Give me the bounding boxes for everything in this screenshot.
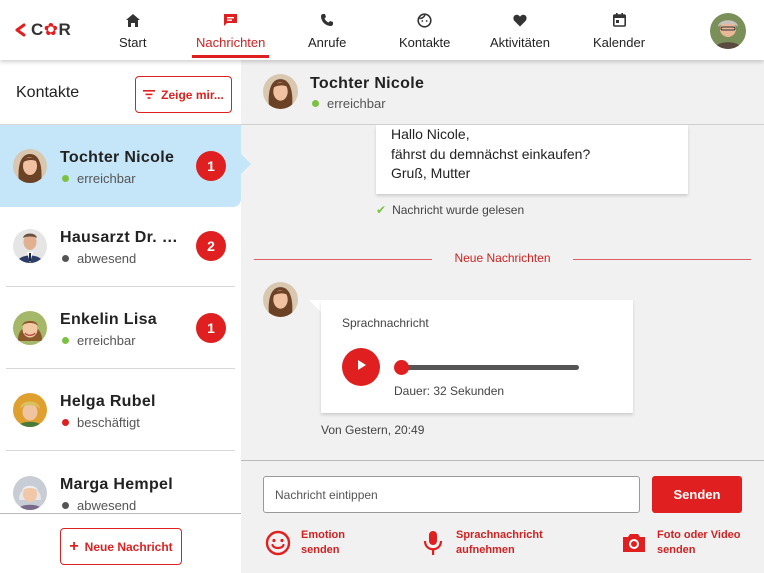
logo: C ✿ R [14, 20, 71, 40]
read-receipt: ✔ Nachricht wurde gelesen [376, 203, 525, 217]
nav-aktivitaeten[interactable]: Aktivitäten [490, 12, 550, 58]
action-label: Foto oder Video senden [657, 529, 741, 556]
contact-status: erreichbar [60, 333, 136, 348]
photo-video-button[interactable]: Foto oder Video senden [619, 528, 741, 558]
unread-badge: 1 [196, 313, 226, 343]
nav-kontakte[interactable]: Kontakte [399, 12, 450, 58]
new-message-button[interactable]: + Neue Nachricht [60, 528, 182, 565]
smiley-icon [263, 528, 293, 558]
nav-anrufe[interactable]: Anrufe [308, 12, 346, 58]
compose-area: Senden Emotionsenden Sprachnachrichtaufn… [241, 460, 764, 573]
app: C ✿ R Start Nachrichten Anrufe Kontakte … [0, 0, 764, 573]
send-emotion-button[interactable]: Emotion senden [263, 528, 345, 558]
avatar [263, 282, 298, 317]
filter-label: Zeige mir... [161, 87, 224, 102]
nav-nachrichten[interactable]: Nachrichten [192, 12, 270, 58]
user-avatar[interactable] [710, 13, 746, 49]
message-line: Gruß, Mutter [391, 165, 471, 181]
nav-label: Anrufe [308, 35, 347, 50]
contact-name: Enkelin Lisa [60, 311, 157, 328]
unread-badge: 2 [196, 231, 226, 261]
status-dot [62, 337, 69, 344]
message-timestamp: Von Gestern, 20:49 [321, 423, 425, 437]
action-label: Sprachnachricht aufnehmen [456, 529, 543, 556]
heart-icon [512, 12, 528, 28]
filter-icon [143, 88, 156, 102]
nav-start[interactable]: Start [119, 12, 146, 58]
contact-name: Tochter Nicole [60, 149, 175, 166]
top-navigation: C ✿ R Start Nachrichten Anrufe Kontakte … [0, 0, 764, 60]
status-dot [62, 502, 69, 509]
sidebar-header: Kontakte Zeige mir... [0, 60, 241, 125]
message-line: fährst du demnächst einkaufen? [391, 145, 591, 162]
outgoing-message: Hallo Nicole, fährst du demnächst einkau… [376, 125, 688, 194]
new-message-label: Neue Nachricht [84, 539, 173, 554]
message-line: Hallo Nicole, [391, 126, 470, 142]
nav-kalender[interactable]: Kalender [593, 12, 645, 58]
avatar [263, 74, 298, 109]
nav-label: Kalender [593, 35, 646, 50]
unread-badge: 1 [196, 151, 226, 181]
face-icon [417, 12, 433, 28]
contact-name: Hausarzt Dr. St... [60, 229, 188, 246]
nav-label: Start [119, 35, 147, 50]
chat-header: Tochter Nicole erreichbar [241, 60, 764, 125]
contacts-sidebar: Kontakte Zeige mir... Tochter Nicole err… [0, 60, 241, 573]
avatar [13, 311, 47, 345]
nav-label: Nachrichten [196, 35, 266, 50]
divider [6, 450, 235, 451]
home-icon [125, 12, 141, 28]
contact-item-tochter-nicole[interactable]: Tochter Nicole erreichbar 1 [0, 125, 241, 207]
audio-duration: Dauer: 32 Sekunden [394, 384, 505, 398]
camera-icon [619, 528, 649, 558]
chat-contact-name: Tochter Nicole [310, 75, 425, 92]
bubble-tail [309, 300, 321, 312]
send-button[interactable]: Senden [652, 476, 742, 513]
new-messages-divider: Neue Nachrichten [254, 250, 751, 268]
chat-panel: Tochter Nicole erreichbar Hallo Nicole, … [241, 60, 764, 573]
phone-icon [319, 12, 335, 28]
divider-label: Neue Nachrichten [454, 251, 551, 265]
contact-item-helga-rubel[interactable]: Helga Rubel beschäftigt [0, 369, 241, 451]
record-voice-button[interactable]: Sprachnachricht aufnehmen [418, 528, 543, 558]
contact-name: Helga Rubel [60, 393, 156, 410]
avatar [13, 149, 47, 183]
nav-label: Aktivitäten [490, 35, 550, 50]
nav-label: Kontakte [399, 35, 451, 50]
contact-status: beschäftigt [60, 415, 140, 430]
audio-progress-track[interactable] [401, 365, 579, 370]
plus-icon: + [69, 537, 79, 555]
contact-status: abwesend [60, 251, 136, 266]
contact-name: Marga Hempel [60, 476, 173, 493]
microphone-icon [418, 528, 448, 558]
avatar [13, 476, 47, 510]
active-contact-pointer [241, 154, 251, 174]
calendar-icon [611, 12, 627, 28]
play-icon [355, 358, 367, 376]
sidebar-footer: + Neue Nachricht [0, 513, 241, 573]
avatar [13, 229, 47, 263]
checkmark-icon: ✔ [376, 203, 387, 217]
contact-status: abwesend [60, 498, 136, 513]
active-tab-indicator [192, 55, 270, 58]
audio-progress-handle[interactable] [394, 360, 409, 375]
status-dot [62, 255, 69, 262]
play-button[interactable] [342, 348, 380, 386]
chat-icon [223, 12, 239, 28]
status-dot [312, 100, 319, 107]
voice-message-label: Sprachnachricht [342, 316, 429, 330]
voice-message: Sprachnachricht Dauer: 32 Sekunden [321, 300, 633, 413]
chat-contact-status: erreichbar [310, 96, 386, 111]
status-dot [62, 175, 69, 182]
avatar [13, 393, 47, 427]
status-dot [62, 419, 69, 426]
contact-item-enkelin-lisa[interactable]: Enkelin Lisa erreichbar 1 [0, 287, 241, 369]
sidebar-title: Kontakte [16, 84, 80, 101]
filter-button[interactable]: Zeige mir... [135, 76, 232, 113]
contact-status: erreichbar [60, 171, 136, 186]
message-input[interactable] [263, 476, 640, 513]
action-label: Emotion senden [301, 529, 345, 556]
contact-item-hausarzt[interactable]: Hausarzt Dr. St... abwesend 2 [0, 205, 241, 287]
